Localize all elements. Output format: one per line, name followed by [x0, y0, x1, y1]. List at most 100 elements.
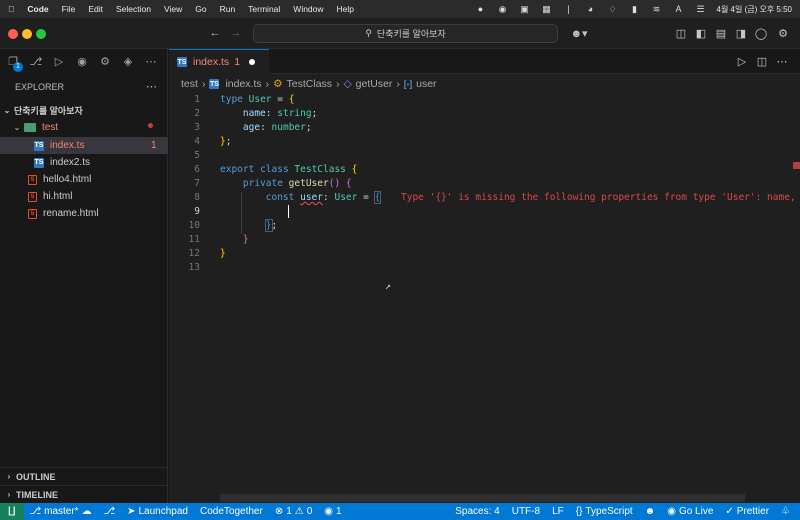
breadcrumb-class[interactable]: TestClass: [287, 78, 333, 90]
split-editor-icon[interactable]: ◫: [755, 54, 769, 68]
code-editor[interactable]: 1 2 3 4 5 6 7 8 9 10 11 12 13 type User …: [169, 94, 800, 503]
go-live-button[interactable]: ◉ Go Live: [661, 503, 719, 520]
battery-icon[interactable]: ▮: [629, 4, 641, 14]
breadcrumb-folder[interactable]: test: [181, 78, 198, 90]
divider-icon: |: [567, 4, 570, 14]
editor-more-icon[interactable]: ⋯: [775, 54, 789, 68]
branch-indicator[interactable]: ⎇ master* ☁: [24, 503, 98, 520]
ports-indicator[interactable]: ◉ 1: [318, 503, 347, 520]
breadcrumb-method[interactable]: getUser: [356, 78, 393, 90]
forward-arrow-icon[interactable]: →: [229, 26, 243, 40]
encoding-indicator[interactable]: UTF-8: [506, 503, 546, 520]
menu-window[interactable]: Window: [293, 4, 323, 14]
minimize-window-button[interactable]: [22, 29, 32, 39]
menu-edit[interactable]: Edit: [88, 4, 103, 14]
menu-go[interactable]: Go: [195, 4, 206, 14]
control-center-icon[interactable]: ☰: [695, 4, 707, 14]
command-center-search[interactable]: ⚲ 단축키를 알아보자: [253, 24, 558, 43]
cat-icon[interactable]: ◉: [497, 4, 509, 14]
eol-indicator[interactable]: LF: [546, 503, 570, 520]
file-index-ts-label: index.ts: [50, 140, 85, 151]
branch-label: master*: [44, 506, 79, 517]
launchpad-button[interactable]: ➤ Launchpad: [121, 503, 194, 520]
problems-indicator[interactable]: ⊗ 1 ⚠ 0: [269, 503, 318, 520]
breadcrumb-file[interactable]: index.ts: [225, 78, 261, 90]
menu-help[interactable]: Help: [337, 4, 354, 14]
remote-indicator[interactable]: ∐: [0, 503, 24, 520]
menu-selection[interactable]: Selection: [116, 4, 151, 14]
manage-gear-icon[interactable]: ⚙: [776, 26, 790, 40]
run-debug-icon[interactable]: ▷: [52, 55, 66, 69]
copilot-status-button[interactable]: ☻: [639, 503, 662, 520]
accounts-icon[interactable]: ◯: [754, 26, 768, 40]
chevron-right-icon: ›: [7, 490, 11, 499]
encoding-label: UTF-8: [511, 506, 541, 517]
file-hello4-html-label: hello4.html: [43, 174, 92, 185]
notifications-button[interactable]: ♧: [775, 503, 800, 520]
chrome-icon[interactable]: ◕: [585, 4, 597, 14]
code-line-1: type User = {: [220, 94, 295, 105]
file-index2-ts[interactable]: TS index2.ts: [0, 154, 168, 171]
menu-file[interactable]: File: [62, 4, 76, 14]
file-rename-html[interactable]: 5 rename.html: [0, 205, 168, 222]
workspace-root-label: 단축키를 알아보자: [14, 106, 83, 116]
folder-test[interactable]: ⌄ test: [0, 119, 168, 136]
grid-icon[interactable]: ▦: [541, 4, 553, 14]
tab-index-ts[interactable]: TS index.ts 1: [169, 49, 269, 74]
back-arrow-icon[interactable]: ←: [208, 26, 222, 40]
run-icon[interactable]: ▷: [735, 54, 749, 68]
menu-terminal[interactable]: Terminal: [248, 4, 280, 14]
remote-explorer-icon[interactable]: ◈: [121, 55, 135, 69]
chevron-right-icon: ›: [336, 78, 340, 90]
typescript-file-icon: TS: [177, 57, 187, 67]
git-graph-button[interactable]: ⎇: [98, 503, 122, 520]
toggle-primary-sidebar-icon[interactable]: ◧: [694, 26, 708, 40]
menu-view[interactable]: View: [164, 4, 182, 14]
breadcrumb: test › TS index.ts › ⚙ TestClass › ◇ get…: [169, 74, 800, 94]
file-hi-html[interactable]: 5 hi.html: [0, 188, 168, 205]
customize-layout-icon[interactable]: ◫: [674, 26, 688, 40]
code-line-4: };: [220, 136, 232, 147]
code-line-2: name: string;: [242, 108, 318, 119]
unsaved-dot-icon[interactable]: [249, 59, 256, 65]
input-source-icon[interactable]: A: [673, 4, 685, 14]
line-number: 2: [194, 108, 200, 119]
more-views-icon[interactable]: ⋯: [144, 55, 158, 69]
file-index-ts[interactable]: TS index.ts 1: [0, 137, 168, 154]
broadcast-icon: ◉: [324, 506, 334, 517]
command-center-label: 단축키를 알아보자: [376, 29, 446, 39]
outline-section[interactable]: › OUTLINE: [0, 467, 168, 485]
remote-icon: ∐: [8, 506, 16, 517]
explorer-more-icon[interactable]: ⋯: [146, 80, 157, 93]
language-mode-indicator[interactable]: {} TypeScript: [570, 503, 639, 520]
github-icon[interactable]: ◉: [75, 55, 89, 69]
toggle-panel-icon[interactable]: ▤: [714, 26, 728, 40]
horizontal-scrollbar[interactable]: [220, 494, 745, 502]
title-bar: ← → ⚲ 단축키를 알아보자 ☻▾ ◫ ◧ ▤ ◨ ◯ ⚙: [0, 18, 800, 49]
indentation-indicator[interactable]: Spaces: 4: [449, 503, 505, 520]
extensions-icon[interactable]: ⚙: [98, 55, 112, 69]
file-hello4-html[interactable]: 5 hello4.html: [0, 171, 168, 188]
apple-icon[interactable]: : [8, 4, 14, 14]
breadcrumb-variable[interactable]: user: [416, 78, 436, 90]
close-window-button[interactable]: [8, 29, 18, 39]
toggle-secondary-sidebar-icon[interactable]: ◨: [734, 26, 748, 40]
explorer-files-icon[interactable]: ❐ 1: [6, 55, 23, 72]
folder-icon: [24, 123, 36, 132]
menu-run[interactable]: Run: [220, 4, 236, 14]
codetogether-button[interactable]: CodeTogether: [194, 503, 269, 520]
prettier-button[interactable]: ✓ Prettier: [719, 503, 775, 520]
timeline-section[interactable]: › TIMELINE: [0, 485, 168, 503]
copilot-icon[interactable]: ☻▾: [568, 26, 590, 40]
code-line-6: export class TestClass {: [220, 164, 358, 175]
clipboard-icon[interactable]: ▣: [519, 4, 531, 14]
menu-app[interactable]: Code: [27, 4, 48, 14]
zoom-window-button[interactable]: [36, 29, 46, 39]
record-icon[interactable]: ●: [475, 4, 487, 14]
layers-icon[interactable]: ♢: [607, 4, 619, 14]
workspace-root[interactable]: ⌄ 단축키를 알아보자: [0, 102, 168, 119]
wifi-icon[interactable]: ≋: [651, 4, 663, 14]
menubar-clock[interactable]: 4월 4일 (금) 오후 5:50: [717, 4, 793, 15]
source-control-icon[interactable]: ⎇: [29, 55, 43, 69]
line-number: 1: [194, 94, 200, 105]
